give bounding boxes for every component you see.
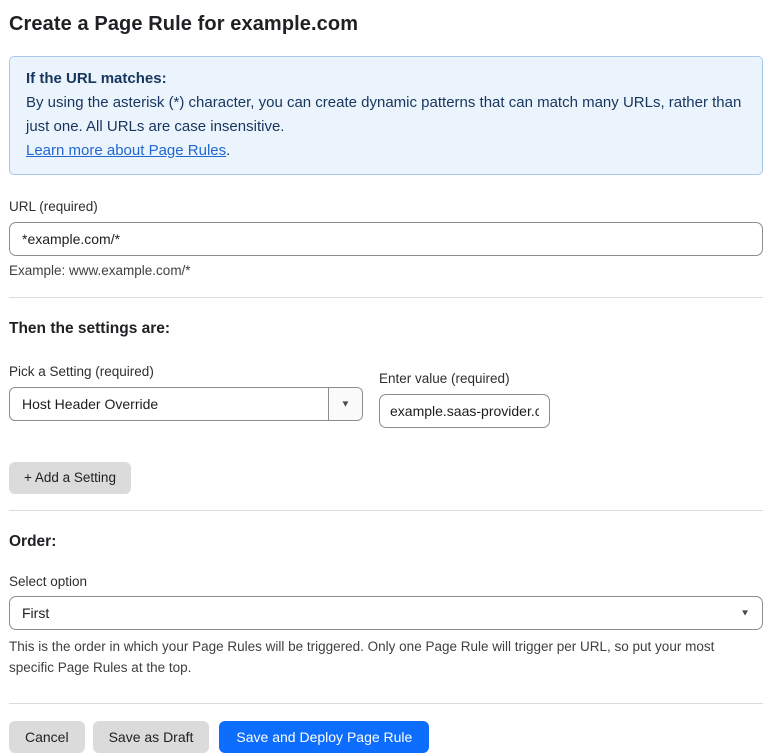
- url-label: URL (required): [9, 199, 98, 214]
- url-example-text: Example: www.example.com/*: [9, 263, 191, 278]
- pick-setting-dropdown[interactable]: Host Header Override ▼: [9, 387, 363, 421]
- add-setting-button[interactable]: + Add a Setting: [9, 462, 131, 494]
- url-section: URL (required) Example: www.example.com/…: [9, 198, 763, 279]
- enter-value-label: Enter value (required): [379, 371, 510, 386]
- save-draft-button[interactable]: Save as Draft: [92, 721, 210, 753]
- pick-setting-column: Pick a Setting (required) Host Header Ov…: [9, 363, 363, 421]
- footer-divider: [9, 703, 763, 704]
- chevron-down-icon: ▼: [340, 399, 351, 409]
- info-box-heading: If the URL matches:: [26, 70, 167, 87]
- order-selected-value: First: [22, 605, 50, 621]
- cancel-button[interactable]: Cancel: [9, 721, 85, 753]
- info-box-body: By using the asterisk (*) character, you…: [26, 94, 742, 135]
- link-suffix-period: .: [226, 142, 231, 159]
- section-divider: [9, 510, 763, 511]
- footer-actions: Cancel Save as Draft Save and Deploy Pag…: [9, 721, 763, 753]
- save-deploy-button[interactable]: Save and Deploy Page Rule: [219, 721, 430, 753]
- settings-heading: Then the settings are:: [9, 320, 171, 337]
- order-heading: Order:: [9, 533, 57, 550]
- setting-row: Pick a Setting (required) Host Header Ov…: [9, 363, 763, 428]
- pick-setting-dropdown-button[interactable]: ▼: [328, 388, 362, 420]
- setting-value-input[interactable]: [379, 394, 550, 428]
- url-match-info-box: If the URL matches: By using the asteris…: [9, 56, 763, 175]
- order-select-label: Select option: [9, 574, 88, 589]
- section-divider: [9, 297, 763, 298]
- learn-more-link[interactable]: Learn more about Page Rules: [26, 142, 226, 159]
- order-help-text: This is the order in which your Page Rul…: [9, 639, 715, 675]
- chevron-down-icon: ▼: [740, 608, 750, 618]
- enter-value-column: Enter value (required): [379, 370, 550, 428]
- url-input[interactable]: [9, 222, 763, 256]
- info-box-link-line: Learn more about Page Rules.: [26, 139, 746, 163]
- page-title: Create a Page Rule for example.com: [9, 13, 359, 35]
- create-page-rule-form: Create a Page Rule for example.com If th…: [0, 0, 772, 753]
- order-select[interactable]: First ▼: [9, 596, 763, 630]
- pick-setting-selected-value: Host Header Override: [22, 396, 159, 412]
- pick-setting-label: Pick a Setting (required): [9, 364, 154, 379]
